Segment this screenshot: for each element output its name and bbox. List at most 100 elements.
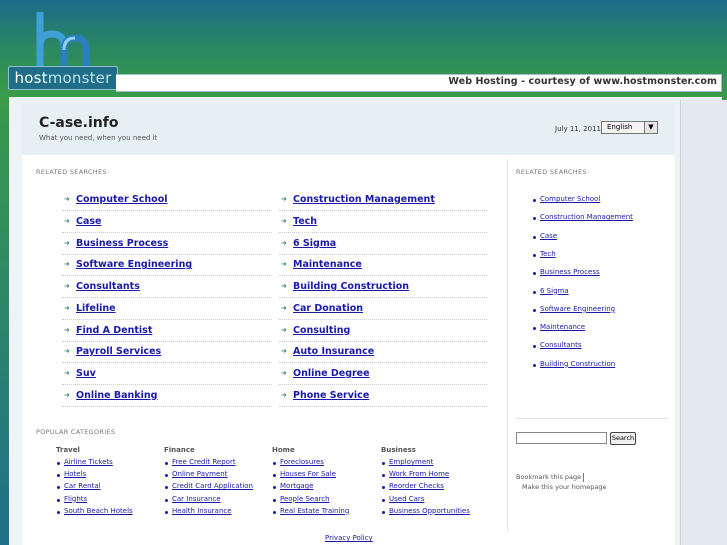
row-divider [62,362,272,364]
category-link[interactable]: People Search [280,495,330,503]
related-search-link[interactable]: Online Degree [293,368,370,379]
homepage-link[interactable]: Make this your homepage [522,483,606,491]
arrow-icon: ➜ [281,216,287,225]
related-search-link[interactable]: Tech [293,216,317,227]
category-link[interactable]: Health Insurance [172,507,232,515]
category-heading: Business [381,446,416,454]
row-divider [62,297,272,298]
related-search-link[interactable]: Construction Management [293,194,435,205]
related-search-link[interactable]: Auto Insurance [293,346,374,357]
sidebar-related-link[interactable]: Consultants [540,341,582,349]
row-divider [279,297,487,298]
web-hosting-credit[interactable]: Web Hosting - courtesy of www.hostmonste… [448,76,717,87]
row-divider [62,384,272,385]
related-search-link[interactable]: Suv [76,368,96,379]
sidebar-related-link[interactable]: Business Process [540,268,600,276]
bullet-icon [273,462,276,465]
related-search-link[interactable]: Software Engineering [76,259,192,270]
category-link[interactable]: Used Cars [389,495,424,503]
bullet-icon [273,498,276,502]
bullet-icon [57,462,60,465]
arrow-icon: ➜ [281,369,287,377]
category-link[interactable]: Credit Card Application [172,482,253,490]
site-title: C-ase.info [39,115,119,131]
bullet-icon [533,363,536,367]
related-search-link[interactable]: Consultants [76,281,140,292]
category-link[interactable]: Hotels [64,470,86,478]
arrow-icon: ➜ [281,347,287,356]
category-link[interactable]: Online Payment [172,470,227,478]
bullet-icon [57,498,60,502]
sidebar-related-link[interactable]: 6 Sigma [540,287,569,295]
sidebar-related-link[interactable]: Building Construction [540,360,615,368]
related-search-link[interactable]: 6 Sigma [293,238,336,249]
language-value: English [607,123,633,131]
related-search-link[interactable]: Consulting [293,325,350,336]
category-link[interactable]: Business Opportunities [389,507,470,515]
bullet-icon [165,462,168,465]
arrow-icon: ➜ [64,260,70,269]
category-link[interactable]: Airline Tickets [64,458,113,466]
related-search-link[interactable]: Car Donation [293,303,363,314]
row-divider [279,253,487,255]
category-link[interactable]: Houses For Sale [280,470,336,478]
search-input[interactable] [516,432,607,444]
category-heading: Home [272,446,295,454]
sidebar-related-link[interactable]: Construction Management [540,213,633,221]
bullet-icon [533,253,536,257]
category-link[interactable]: Reorder Checks [389,482,444,490]
sidebar-related-link[interactable]: Maintenance [540,323,585,331]
search-button[interactable]: Search [610,432,636,445]
category-link[interactable]: South Beach Hotels [64,507,133,515]
category-link[interactable]: Car Insurance [172,495,221,503]
row-divider [62,405,272,407]
related-search-link[interactable]: Case [76,216,101,227]
category-link[interactable]: Employment [389,458,433,466]
arrow-icon: ➜ [64,325,70,334]
related-search-link[interactable]: Phone Service [293,390,369,401]
logo-wordmark[interactable]: hostmonster [8,66,118,90]
category-link[interactable]: Free Credit Report [172,458,236,466]
chevron-down-icon[interactable]: ▼ [644,122,657,133]
row-divider [279,318,487,320]
related-search-link[interactable]: Maintenance [293,259,362,270]
bullet-icon [533,290,536,294]
row-divider [62,275,272,277]
scrollbar-track[interactable] [680,100,727,545]
arrow-icon: ➜ [64,195,70,203]
sidebar-related-link[interactable]: Software Engineering [540,305,615,313]
row-divider [279,384,487,385]
privacy-policy-link[interactable]: Privacy Policy [325,534,373,542]
related-search-link[interactable]: Building Construction [293,281,409,292]
bookmark-link[interactable]: Bookmark this page [516,473,581,481]
category-link[interactable]: Real Estate Training [280,507,349,515]
row-divider [279,340,487,342]
category-link[interactable]: Work From Home [389,470,449,478]
sidebar-related-link[interactable]: Computer School [540,195,600,203]
sidebar-related-link[interactable]: Case [540,232,557,240]
category-link[interactable]: Flights [64,495,87,503]
category-heading: Travel [56,446,80,454]
related-search-link[interactable]: Business Process [76,238,168,249]
category-link[interactable]: Foreclosures [280,458,324,466]
related-search-link[interactable]: Find A Dentist [76,325,152,336]
sidebar-divider [507,159,508,531]
arrow-icon: ➜ [281,282,287,290]
category-link[interactable]: Car Rental [64,482,101,490]
related-search-link[interactable]: Computer School [76,194,167,205]
related-search-link[interactable]: Lifeline [76,303,116,314]
related-search-link[interactable]: Payroll Services [76,346,161,357]
language-select[interactable]: English ▼ [601,121,658,134]
site-tagline: What you need, when you need it [39,134,158,142]
bullet-icon [533,235,536,239]
bullet-icon [382,462,385,465]
row-divider [62,253,272,255]
related-search-link[interactable]: Online Banking [76,390,157,401]
category-link[interactable]: Mortgage [280,482,313,490]
row-divider [279,405,487,407]
arrow-icon: ➜ [64,282,70,290]
bullet-icon [165,498,168,502]
separator [583,473,584,482]
sidebar-search-divider [516,418,668,419]
sidebar-related-link[interactable]: Tech [540,250,556,258]
